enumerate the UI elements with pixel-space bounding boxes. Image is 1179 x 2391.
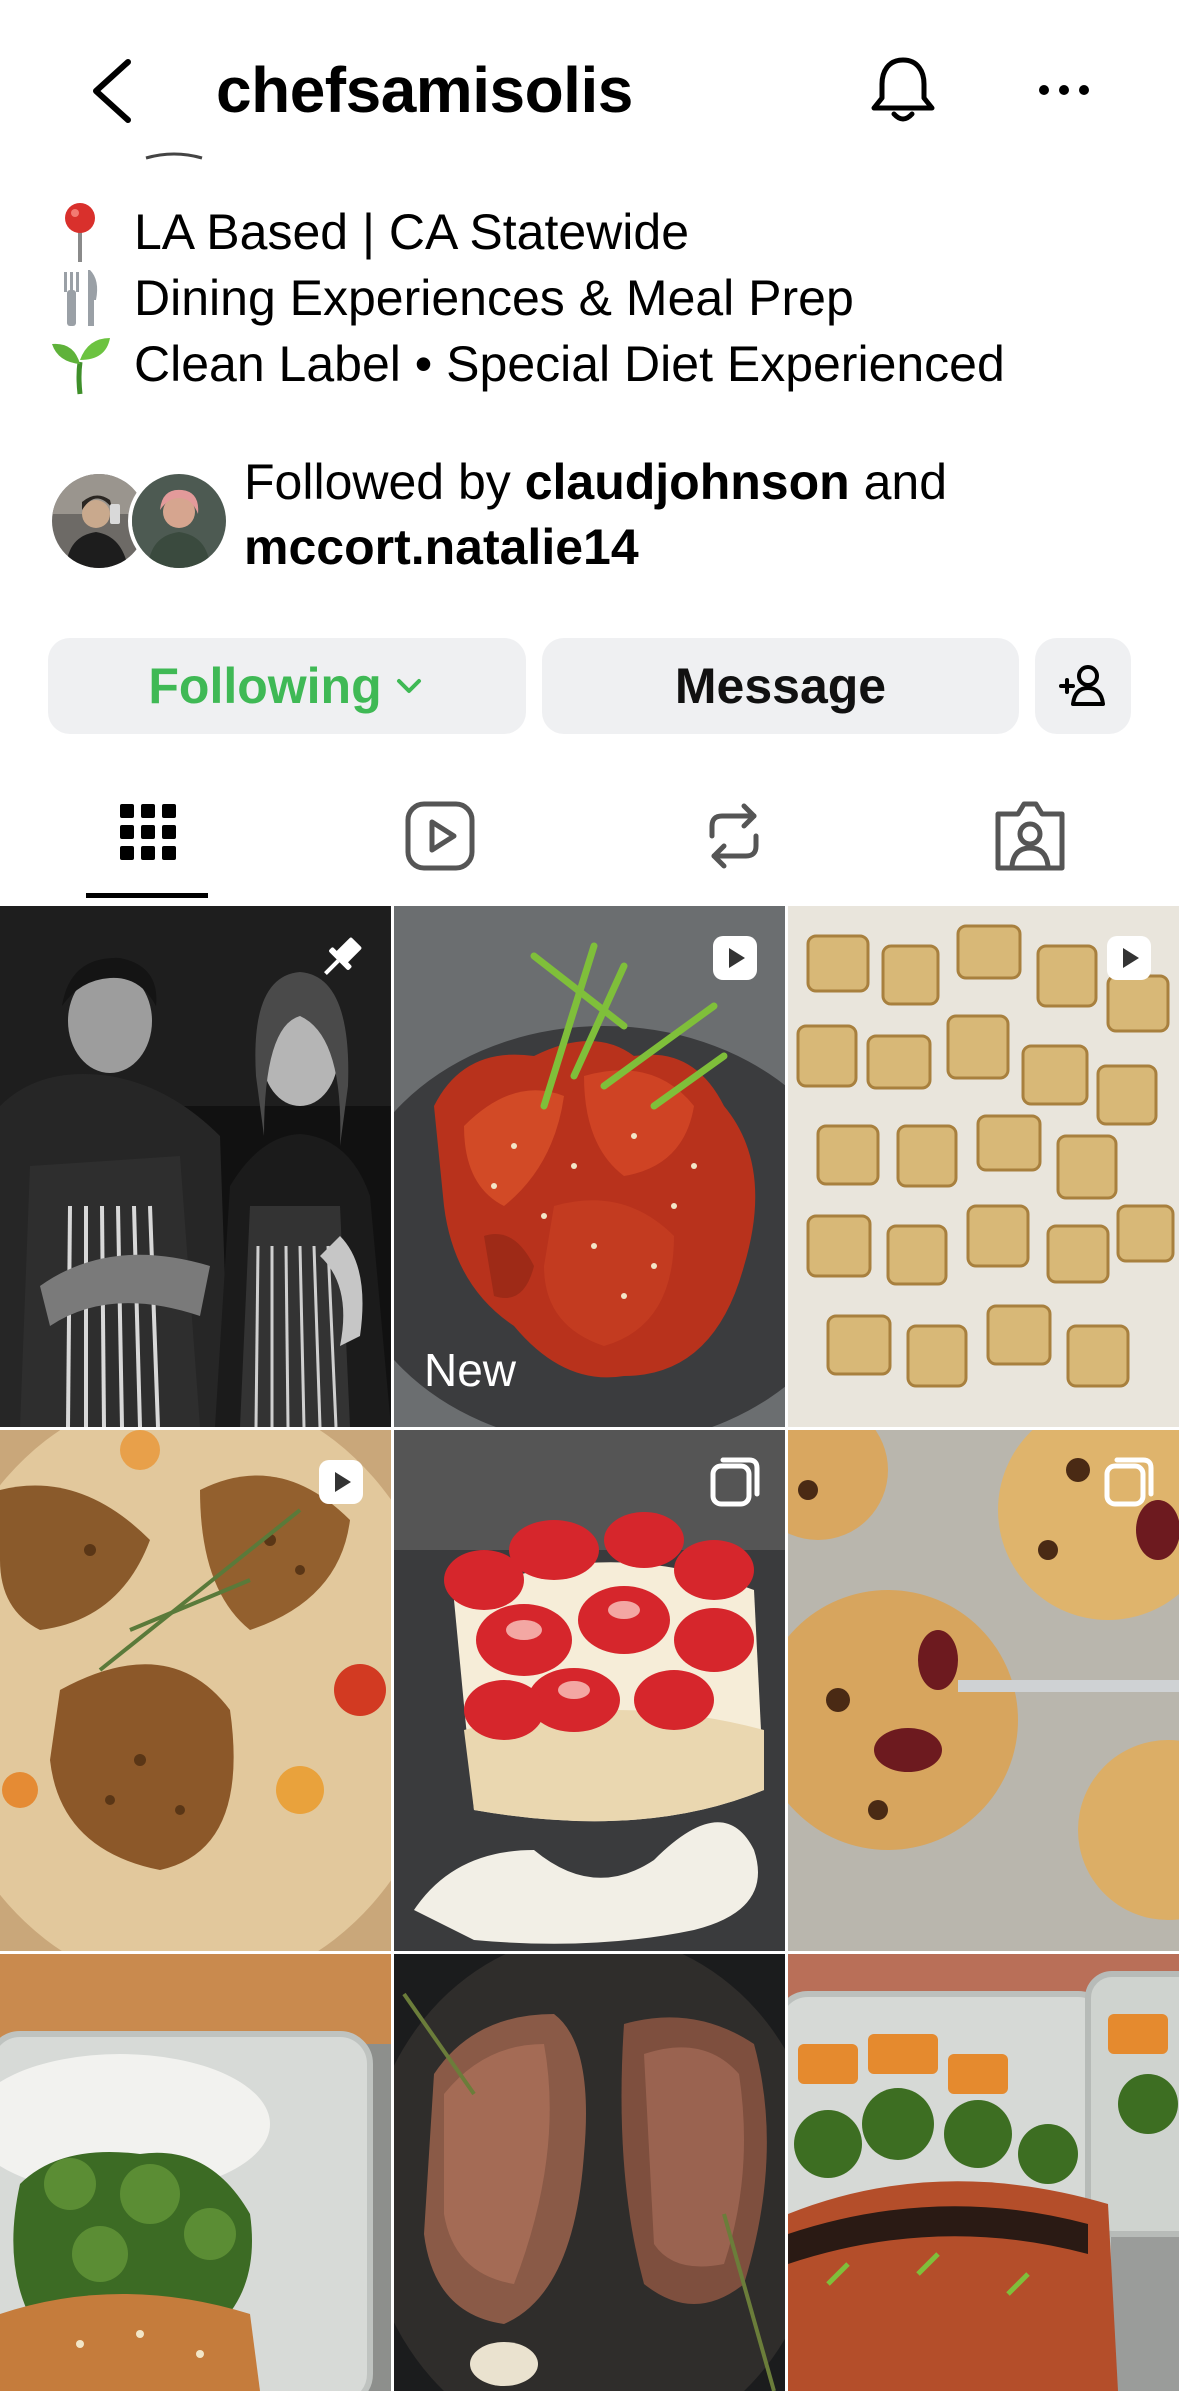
suggested-accounts-button[interactable] bbox=[1035, 638, 1131, 734]
avatar[interactable] bbox=[128, 470, 230, 572]
bio-line-text: Clean Label • Special Diet Experienced bbox=[134, 336, 1005, 392]
reel-icon bbox=[319, 1460, 363, 1504]
chevron-down-icon bbox=[396, 679, 421, 693]
post-image bbox=[394, 1954, 785, 2391]
grid-post-chefs-portrait[interactable] bbox=[0, 906, 391, 1427]
post-image bbox=[0, 1954, 391, 2391]
pin-icon bbox=[324, 937, 362, 975]
grid-post-meal-prep-salmon[interactable] bbox=[788, 1954, 1179, 2391]
grid-post-chicken-cream-sauce[interactable] bbox=[0, 1430, 391, 1951]
bell-icon[interactable] bbox=[868, 54, 938, 126]
mutual-follower-username[interactable]: mccort.natalie14 bbox=[244, 519, 639, 575]
message-button-label: Message bbox=[674, 658, 887, 714]
bio-line-services: Dining Experiences & Meal Prep bbox=[48, 266, 854, 330]
reel-icon bbox=[1107, 936, 1151, 980]
followed-by-text[interactable]: Followed by claudjohnson and mccort.nata… bbox=[244, 450, 947, 580]
reels-icon[interactable] bbox=[400, 796, 480, 876]
grid-post-strawberry-cake[interactable] bbox=[394, 1430, 785, 1951]
following-button[interactable]: Following bbox=[48, 638, 526, 734]
clipped-emoji-fragment bbox=[145, 152, 203, 160]
tagged-person-icon[interactable] bbox=[990, 796, 1070, 876]
following-button-label: Following bbox=[148, 658, 382, 714]
followed-by-prefix: Followed by bbox=[244, 454, 525, 510]
grid-post-croutons[interactable] bbox=[788, 906, 1179, 1427]
carousel-icon bbox=[710, 1457, 760, 1507]
bio-line-diet: Clean Label • Special Diet Experienced bbox=[48, 332, 1005, 396]
grid-post-glazed-wings[interactable]: New bbox=[394, 906, 785, 1427]
carousel-icon bbox=[1104, 1457, 1154, 1507]
post-image bbox=[788, 1954, 1179, 2391]
add-person-icon bbox=[1059, 665, 1105, 706]
fork-and-knife-emoji bbox=[64, 270, 98, 326]
message-button[interactable]: Message bbox=[542, 638, 1019, 734]
bio-line-text: LA Based | CA Statewide bbox=[134, 204, 690, 260]
back-chevron-icon[interactable] bbox=[88, 58, 138, 124]
followed-by-connector: and bbox=[849, 454, 948, 510]
profile-username: chefsamisolis bbox=[216, 54, 633, 126]
repost-icon[interactable] bbox=[694, 796, 774, 876]
new-post-label: New bbox=[424, 1344, 517, 1396]
seedling-emoji bbox=[52, 338, 110, 395]
bio-line-location: LA Based | CA Statewide bbox=[48, 200, 689, 264]
grid-icon[interactable] bbox=[108, 796, 188, 876]
grid-post-meal-prep-chicken[interactable] bbox=[0, 1954, 391, 2391]
bio-line-text: Dining Experiences & Meal Prep bbox=[134, 270, 854, 326]
grid-post-cherry-cookies[interactable] bbox=[788, 1430, 1179, 1951]
mutual-followers-avatars[interactable] bbox=[48, 470, 230, 572]
mutual-follower-username[interactable]: claudjohnson bbox=[525, 454, 850, 510]
active-tab-indicator bbox=[86, 893, 208, 898]
reel-icon bbox=[713, 936, 757, 980]
more-horizontal-icon[interactable] bbox=[1036, 80, 1092, 100]
grid-post-seared-steak[interactable] bbox=[394, 1954, 785, 2391]
round-pushpin-emoji bbox=[65, 203, 95, 262]
